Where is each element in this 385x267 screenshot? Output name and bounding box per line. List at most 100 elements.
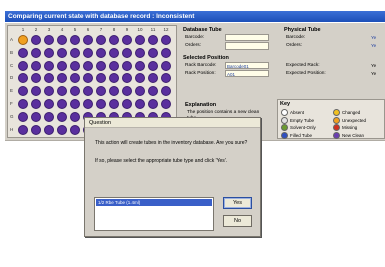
well-e07[interactable] bbox=[96, 86, 106, 97]
key-swatch-icon bbox=[333, 116, 340, 124]
rack-barcode-field: Barcode01 bbox=[225, 62, 269, 69]
well-d09[interactable] bbox=[122, 73, 132, 84]
no-button[interactable]: No bbox=[223, 215, 252, 227]
well-h05[interactable] bbox=[70, 124, 80, 135]
well-g01[interactable] bbox=[18, 111, 28, 122]
well-e01[interactable] bbox=[18, 86, 28, 97]
row-letter: H bbox=[10, 126, 14, 132]
well-c11[interactable] bbox=[148, 60, 158, 71]
well-b06[interactable] bbox=[83, 47, 93, 58]
well-d02[interactable] bbox=[31, 73, 41, 84]
well-b04[interactable] bbox=[57, 47, 67, 58]
well-b02[interactable] bbox=[31, 47, 41, 58]
selected-position-title: Selected Position bbox=[183, 55, 229, 61]
db-barcode-field bbox=[225, 34, 269, 41]
well-c01[interactable] bbox=[18, 60, 28, 71]
well-d04[interactable] bbox=[57, 73, 67, 84]
well-e12[interactable] bbox=[161, 86, 171, 97]
well-a05[interactable] bbox=[70, 35, 80, 45]
well-e09[interactable] bbox=[122, 86, 132, 97]
well-f12[interactable] bbox=[161, 99, 171, 109]
well-f02[interactable] bbox=[31, 99, 41, 109]
well-e08[interactable] bbox=[109, 86, 119, 97]
database-tube-title: Database Tube bbox=[183, 27, 222, 33]
well-a11[interactable] bbox=[148, 35, 158, 45]
well-d03[interactable] bbox=[44, 73, 54, 84]
column-number: 1 bbox=[21, 27, 25, 32]
well-c08[interactable] bbox=[109, 60, 119, 71]
well-g04[interactable] bbox=[57, 111, 67, 122]
dialog-message-2: If so, please select the appropriate tub… bbox=[95, 158, 228, 164]
well-f05[interactable] bbox=[70, 99, 80, 109]
well-b05[interactable] bbox=[70, 47, 80, 58]
well-f11[interactable] bbox=[148, 99, 158, 109]
well-a03[interactable] bbox=[44, 35, 54, 45]
key-swatch-icon bbox=[281, 109, 288, 116]
well-c02[interactable] bbox=[31, 60, 41, 71]
well-a08[interactable] bbox=[109, 35, 119, 45]
well-h03[interactable] bbox=[44, 124, 54, 135]
well-b07[interactable] bbox=[96, 47, 106, 58]
well-a04[interactable] bbox=[57, 35, 67, 45]
well-d01[interactable] bbox=[18, 73, 28, 84]
well-f03[interactable] bbox=[44, 99, 54, 109]
tube-type-item[interactable]: 1/2 Rbe Tube (1.4ml) bbox=[96, 199, 212, 206]
well-h04[interactable] bbox=[57, 124, 67, 135]
well-g03[interactable] bbox=[44, 111, 54, 122]
well-c05[interactable] bbox=[70, 60, 80, 71]
well-e11[interactable] bbox=[148, 86, 158, 97]
well-e04[interactable] bbox=[57, 86, 67, 97]
well-g05[interactable] bbox=[70, 111, 80, 122]
well-g02[interactable] bbox=[31, 111, 41, 122]
well-d10[interactable] bbox=[135, 73, 145, 84]
well-e03[interactable] bbox=[44, 86, 54, 97]
well-f06[interactable] bbox=[83, 99, 93, 109]
well-a10[interactable] bbox=[135, 35, 145, 45]
well-h01[interactable] bbox=[18, 124, 28, 135]
well-e02[interactable] bbox=[31, 86, 41, 97]
well-c04[interactable] bbox=[57, 60, 67, 71]
well-e05[interactable] bbox=[70, 86, 80, 97]
well-b11[interactable] bbox=[148, 47, 158, 58]
well-f04[interactable] bbox=[57, 99, 67, 109]
well-c07[interactable] bbox=[96, 60, 106, 71]
well-c09[interactable] bbox=[122, 60, 132, 71]
yes-button[interactable]: Yes bbox=[223, 197, 252, 209]
well-b12[interactable] bbox=[161, 47, 171, 58]
well-d06[interactable] bbox=[83, 73, 93, 84]
well-b10[interactable] bbox=[135, 47, 145, 58]
well-b09[interactable] bbox=[122, 47, 132, 58]
db-barcode-label: Barcode: bbox=[185, 35, 205, 40]
well-b03[interactable] bbox=[44, 47, 54, 58]
well-a06[interactable] bbox=[83, 35, 93, 45]
well-e10[interactable] bbox=[135, 86, 145, 97]
well-d08[interactable] bbox=[109, 73, 119, 84]
well-c03[interactable] bbox=[44, 60, 54, 71]
key-label: Absent bbox=[290, 110, 305, 115]
well-b01[interactable] bbox=[18, 47, 28, 58]
well-a12[interactable] bbox=[161, 35, 171, 45]
well-d05[interactable] bbox=[70, 73, 80, 84]
well-f08[interactable] bbox=[109, 99, 119, 109]
well-c10[interactable] bbox=[135, 60, 145, 71]
well-h02[interactable] bbox=[31, 124, 41, 135]
well-d07[interactable] bbox=[96, 73, 106, 84]
well-b08[interactable] bbox=[109, 47, 119, 58]
key-swatch-icon bbox=[333, 109, 340, 116]
well-f10[interactable] bbox=[135, 99, 145, 109]
well-f09[interactable] bbox=[122, 99, 132, 109]
well-a09[interactable] bbox=[122, 35, 132, 45]
well-a01[interactable] bbox=[18, 35, 28, 45]
well-f07[interactable] bbox=[96, 99, 106, 109]
well-c06[interactable] bbox=[83, 60, 93, 71]
well-f01[interactable] bbox=[18, 99, 28, 109]
well-c12[interactable] bbox=[161, 60, 171, 71]
well-d12[interactable] bbox=[161, 73, 171, 84]
row-letter: G bbox=[10, 113, 14, 119]
well-e06[interactable] bbox=[83, 86, 93, 97]
tube-type-list[interactable]: 1/2 Rbe Tube (1.4ml) bbox=[94, 197, 214, 231]
well-a07[interactable] bbox=[96, 35, 106, 45]
key-label: Changed bbox=[342, 110, 361, 115]
well-d11[interactable] bbox=[148, 73, 158, 84]
well-a02[interactable] bbox=[31, 35, 41, 45]
